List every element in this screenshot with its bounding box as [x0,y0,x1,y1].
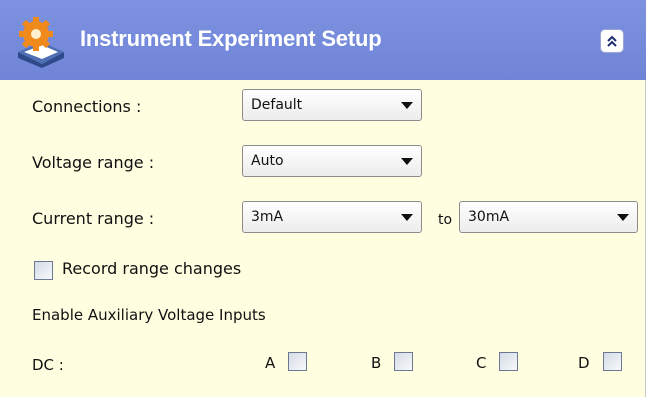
record-range-changes-label: Record range changes [62,259,242,278]
channel-b-checkbox[interactable] [394,352,413,371]
range-separator: to [438,212,453,228]
connections-value: Default [251,97,303,113]
current-range-from-dropdown[interactable]: 3mA [242,201,422,233]
voltage-range-dropdown[interactable]: Auto [242,145,422,177]
current-range-to-value: 30mA [468,209,510,225]
channel-c-label: C [476,354,487,372]
instrument-setup-panel: Instrument Experiment Setup Connections … [0,0,646,397]
gear-settings-icon [18,17,64,68]
channel-b-label: B [371,354,382,372]
dc-label: DC : [32,356,64,374]
channel-a-label: A [265,354,276,372]
connections-label: Connections : [32,97,142,116]
current-range-to-dropdown[interactable]: 30mA [459,201,638,233]
dropdown-arrow-icon [401,214,413,221]
voltage-range-value: Auto [251,153,284,169]
aux-inputs-heading: Enable Auxiliary Voltage Inputs [32,306,266,324]
dropdown-arrow-icon [401,158,413,165]
channel-a-checkbox[interactable] [288,352,307,371]
current-range-label: Current range : [32,209,155,228]
voltage-range-label: Voltage range : [32,153,155,172]
panel-title: Instrument Experiment Setup [80,26,382,51]
channel-d-checkbox[interactable] [603,352,622,371]
dropdown-arrow-icon [401,102,413,109]
connections-dropdown[interactable]: Default [242,89,422,121]
panel-header: Instrument Experiment Setup [0,0,646,80]
current-range-from-value: 3mA [251,209,284,225]
channel-d-label: D [578,354,590,372]
collapse-button[interactable] [600,29,624,53]
record-range-changes-checkbox[interactable] [34,261,53,280]
dropdown-arrow-icon [617,214,629,221]
double-chevron-up-icon [607,35,617,47]
channel-c-checkbox[interactable] [499,352,518,371]
